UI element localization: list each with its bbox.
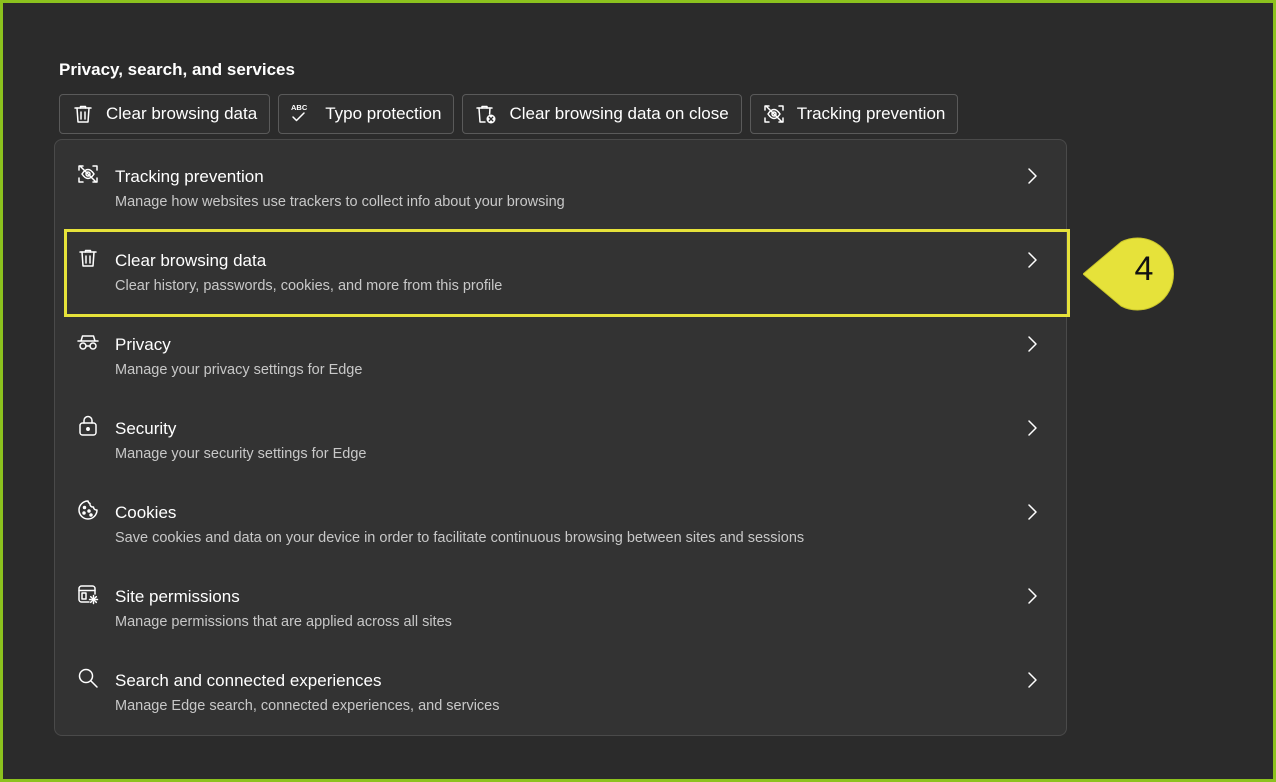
settings-window: Privacy, search, and services Clear brow… [3, 3, 1273, 779]
chip-clear-browsing-data[interactable]: Clear browsing data [59, 94, 271, 134]
row-title: Search and connected experiences [115, 671, 382, 690]
row-description: Manage permissions that are applied acro… [115, 614, 452, 630]
chip-label: Clear browsing data on close [509, 104, 729, 123]
row-clear-browsing-data[interactable]: Clear browsing data Clear history, passw… [55, 224, 1066, 308]
tracking-prevention-icon [761, 101, 787, 127]
row-title: Cookies [115, 503, 177, 522]
row-title: Privacy [115, 335, 171, 354]
chevron-right-icon [1028, 672, 1037, 688]
row-title: Clear browsing data [115, 251, 267, 270]
chevron-right-icon [1028, 252, 1037, 268]
trash-x-icon [473, 101, 499, 127]
row-description: Manage your privacy settings for Edge [115, 362, 363, 378]
settings-list: Tracking prevention Manage how websites … [54, 139, 1067, 736]
section-title: Privacy, search, and services [59, 60, 295, 79]
row-title: Tracking prevention [115, 167, 264, 186]
site-permissions-icon [76, 582, 100, 606]
row-description: Save cookies and data on your device in … [115, 530, 805, 546]
tracking-prevention-icon [76, 162, 100, 186]
quick-links-bar: Clear browsing data ABC Typo protection … [59, 94, 959, 134]
abc-check-icon: ABC [289, 101, 315, 127]
chip-label: Typo protection [325, 104, 442, 123]
row-privacy[interactable]: Privacy Manage your privacy settings for… [55, 308, 1066, 392]
row-security[interactable]: Security Manage your security settings f… [55, 392, 1066, 476]
abc-text: ABC [291, 103, 308, 112]
chevron-right-icon [1028, 336, 1037, 352]
row-description: Manage Edge search, connected experience… [115, 698, 500, 714]
callout-number: 4 [1134, 250, 1154, 288]
trash-icon [76, 246, 100, 270]
search-icon [76, 666, 100, 690]
incognito-glasses-icon [76, 330, 100, 354]
row-description: Manage your security settings for Edge [115, 446, 367, 462]
chip-label: Clear browsing data [106, 104, 258, 123]
chip-label: Tracking prevention [796, 104, 946, 123]
chevron-right-icon [1028, 504, 1037, 520]
row-description: Manage how websites use trackers to coll… [115, 194, 565, 210]
chevron-right-icon [1028, 420, 1037, 436]
lock-icon [76, 414, 100, 438]
row-tracking-prevention[interactable]: Tracking prevention Manage how websites … [55, 140, 1066, 224]
chip-typo-protection[interactable]: ABC Typo protection [278, 94, 455, 134]
trash-icon [70, 101, 96, 127]
row-site-permissions[interactable]: Site permissions Manage permissions that… [55, 560, 1066, 644]
chevron-right-icon [1028, 168, 1037, 184]
row-title: Site permissions [115, 587, 240, 606]
row-description: Clear history, passwords, cookies, and m… [115, 278, 503, 294]
chip-tracking-prevention[interactable]: Tracking prevention [749, 94, 959, 134]
cookie-icon [76, 498, 100, 522]
row-title: Security [115, 419, 177, 438]
row-search-and-connected-experiences[interactable]: Search and connected experiences Manage … [55, 644, 1066, 728]
chevron-right-icon [1028, 588, 1037, 604]
row-cookies[interactable]: Cookies Save cookies and data on your de… [55, 476, 1066, 560]
chip-clear-browsing-data-on-close[interactable]: Clear browsing data on close [462, 94, 742, 134]
